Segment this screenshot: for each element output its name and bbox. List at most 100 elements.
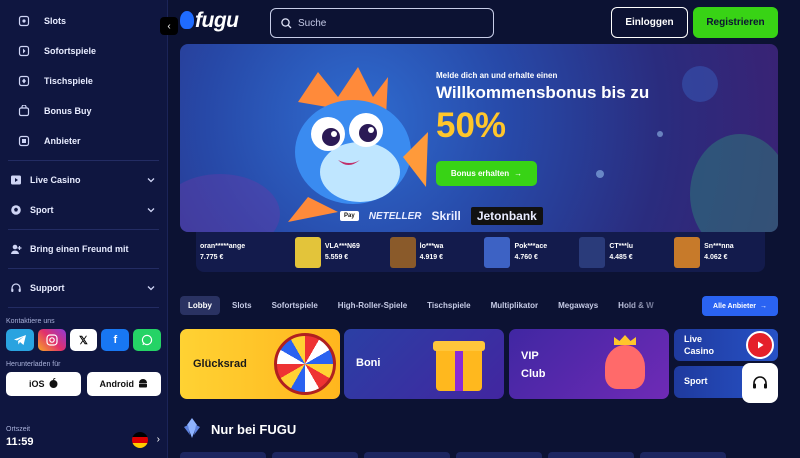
sidebar-item-tischspiele[interactable]: Tischspiele — [0, 66, 167, 96]
bonuses-card[interactable]: Boni — [344, 329, 504, 399]
game-thumbnail[interactable] — [364, 452, 450, 458]
telegram-icon[interactable] — [6, 329, 34, 351]
claim-bonus-button[interactable]: Bonus erhalten → — [436, 161, 537, 186]
game-thumbnail[interactable] — [640, 452, 726, 458]
apple-pay-logo: Pay — [340, 211, 359, 221]
search-input[interactable] — [298, 17, 478, 29]
winner-name: Sn***nna — [704, 243, 734, 250]
sidebar-item-refer[interactable]: Bring einen Freund mit — [0, 234, 167, 264]
live-casino-card[interactable]: Live Casino — [674, 329, 778, 361]
recent-winners: oran*****ange 7.775 € VLA***N69 5.559 € lo**… — [196, 232, 765, 272]
bonus-buy-icon — [18, 105, 30, 117]
game-thumbnail[interactable] — [180, 452, 266, 458]
germany-flag-icon[interactable] — [132, 432, 148, 448]
vip-club-card[interactable]: VIP Club — [509, 329, 669, 399]
winner-amount: 4.760 € — [514, 254, 538, 261]
sidebar-item-support[interactable]: Support — [0, 273, 167, 303]
tab-tischspiele[interactable]: Tischspiele — [419, 296, 478, 315]
providers-icon — [18, 135, 30, 147]
winner-item[interactable]: VLA***N69 5.559 € — [291, 232, 386, 272]
facebook-icon[interactable]: f — [101, 329, 130, 351]
headset-icon — [753, 376, 767, 389]
divider — [8, 268, 159, 269]
logo[interactable]: fugu — [180, 9, 239, 33]
sidebar-item-label: Bring einen Freund mit — [30, 244, 129, 254]
chevron-down-icon — [147, 286, 155, 291]
login-button[interactable]: Einloggen — [611, 7, 688, 38]
search-icon — [281, 17, 292, 28]
winner-amount: 4.919 € — [419, 254, 444, 261]
search-bar[interactable] — [270, 8, 494, 38]
gift-icon — [433, 341, 485, 391]
game-thumbnail[interactable] — [548, 452, 634, 458]
sidebar-item-label: Tischspiele — [44, 76, 93, 86]
chevron-left-icon: ‹ — [167, 20, 171, 32]
winner-item[interactable]: lo***wa 4.919 € — [386, 232, 481, 272]
jetonbank-logo: Jetonbank — [470, 207, 543, 225]
tab-slots[interactable]: Slots — [224, 296, 260, 315]
tab-megaways[interactable]: Megaways — [550, 296, 606, 315]
divider — [8, 307, 159, 308]
chevron-down-icon — [147, 208, 155, 213]
register-button[interactable]: Registrieren — [693, 7, 778, 38]
live-support-button[interactable] — [742, 363, 778, 403]
chevron-down-icon — [147, 178, 155, 183]
game-thumbnail[interactable] — [484, 236, 511, 268]
download-title: Herunterladen für — [6, 361, 61, 368]
game-thumbnail[interactable] — [272, 452, 358, 458]
welcome-banner[interactable]: Melde dich an und erhalte einen Willkomm… — [180, 44, 778, 232]
ios-label: iOS — [28, 379, 45, 389]
android-download-button[interactable]: Android — [86, 372, 161, 396]
whatsapp-icon[interactable] — [133, 329, 161, 351]
winner-name: VLA***N69 — [324, 243, 360, 250]
winner-item[interactable]: Sn***nna 4.062 € — [670, 232, 765, 272]
sidebar-item-sport[interactable]: Sport — [0, 195, 167, 225]
ios-download-button[interactable]: iOS — [6, 372, 81, 396]
instagram-icon[interactable] — [37, 329, 66, 351]
live-casino-icon — [10, 174, 22, 186]
android-label: Android — [99, 379, 135, 389]
card-label: Live Casino — [684, 334, 715, 356]
sport-icon — [10, 204, 22, 216]
game-thumbnail[interactable] — [389, 236, 416, 268]
winner-item[interactable]: CT***lu 4.485 € — [575, 232, 670, 272]
winner-item[interactable]: Pok***ace 4.760 € — [480, 232, 575, 272]
button-label: Alle Anbieter — [713, 302, 756, 310]
skrill-logo: Skrill — [431, 209, 461, 223]
instant-games-icon — [18, 45, 30, 57]
game-thumbnail[interactable] — [456, 452, 542, 458]
crown-icon — [614, 335, 636, 345]
game-thumbnail[interactable] — [294, 236, 321, 268]
tab-high-roller-spiele[interactable]: High-Roller-Spiele — [330, 296, 415, 315]
tab-sofortspiele[interactable]: Sofortspiele — [264, 296, 326, 315]
winner-amount: 5.559 € — [324, 254, 349, 261]
all-providers-button[interactable]: Alle Anbieter → — [702, 296, 778, 316]
tab-lobby[interactable]: Lobby — [180, 296, 220, 315]
winner-name: oran*****ange — [200, 243, 246, 250]
game-thumbnail[interactable] — [579, 236, 606, 268]
octopus-mascot-icon — [605, 345, 645, 389]
sidebar-item-live-casino[interactable]: Live Casino — [0, 165, 167, 195]
winner-item[interactable]: oran*****ange 7.775 € — [196, 232, 291, 272]
sidebar: Slots Sofortspiele Tischspiele Bonus Buy… — [0, 0, 168, 458]
wheel-icon — [274, 333, 336, 395]
collapse-sidebar-button[interactable]: ‹ — [160, 17, 178, 35]
sidebar-item-label: Anbieter — [44, 136, 81, 146]
add-user-icon — [10, 243, 22, 255]
wheel-of-fortune-card[interactable]: Glücksrad — [180, 329, 340, 399]
sidebar-item-bonus-buy[interactable]: Bonus Buy — [0, 96, 167, 126]
sidebar-item-slots[interactable]: Slots — [0, 6, 167, 36]
x-twitter-icon[interactable]: 𝕏 — [69, 329, 98, 351]
banner-pretitle: Melde dich an und erhalte einen — [436, 71, 558, 80]
sidebar-item-anbieter[interactable]: Anbieter — [0, 126, 167, 156]
fugu-fish-mascot — [288, 67, 428, 222]
game-thumbnail[interactable] — [674, 236, 701, 268]
chevron-right-icon[interactable]: › — [157, 434, 160, 445]
logo-text: fugu — [195, 9, 239, 32]
sidebar-item-sofortspiele[interactable]: Sofortspiele — [0, 36, 167, 66]
button-label: Bonus erhalten — [450, 169, 510, 178]
winner-name: CT***lu — [609, 243, 634, 250]
contact-title: Kontaktiere uns — [6, 318, 55, 325]
winner-amount: 7.775 € — [200, 254, 224, 261]
tab-multiplikator[interactable]: Multiplikator — [483, 296, 547, 315]
